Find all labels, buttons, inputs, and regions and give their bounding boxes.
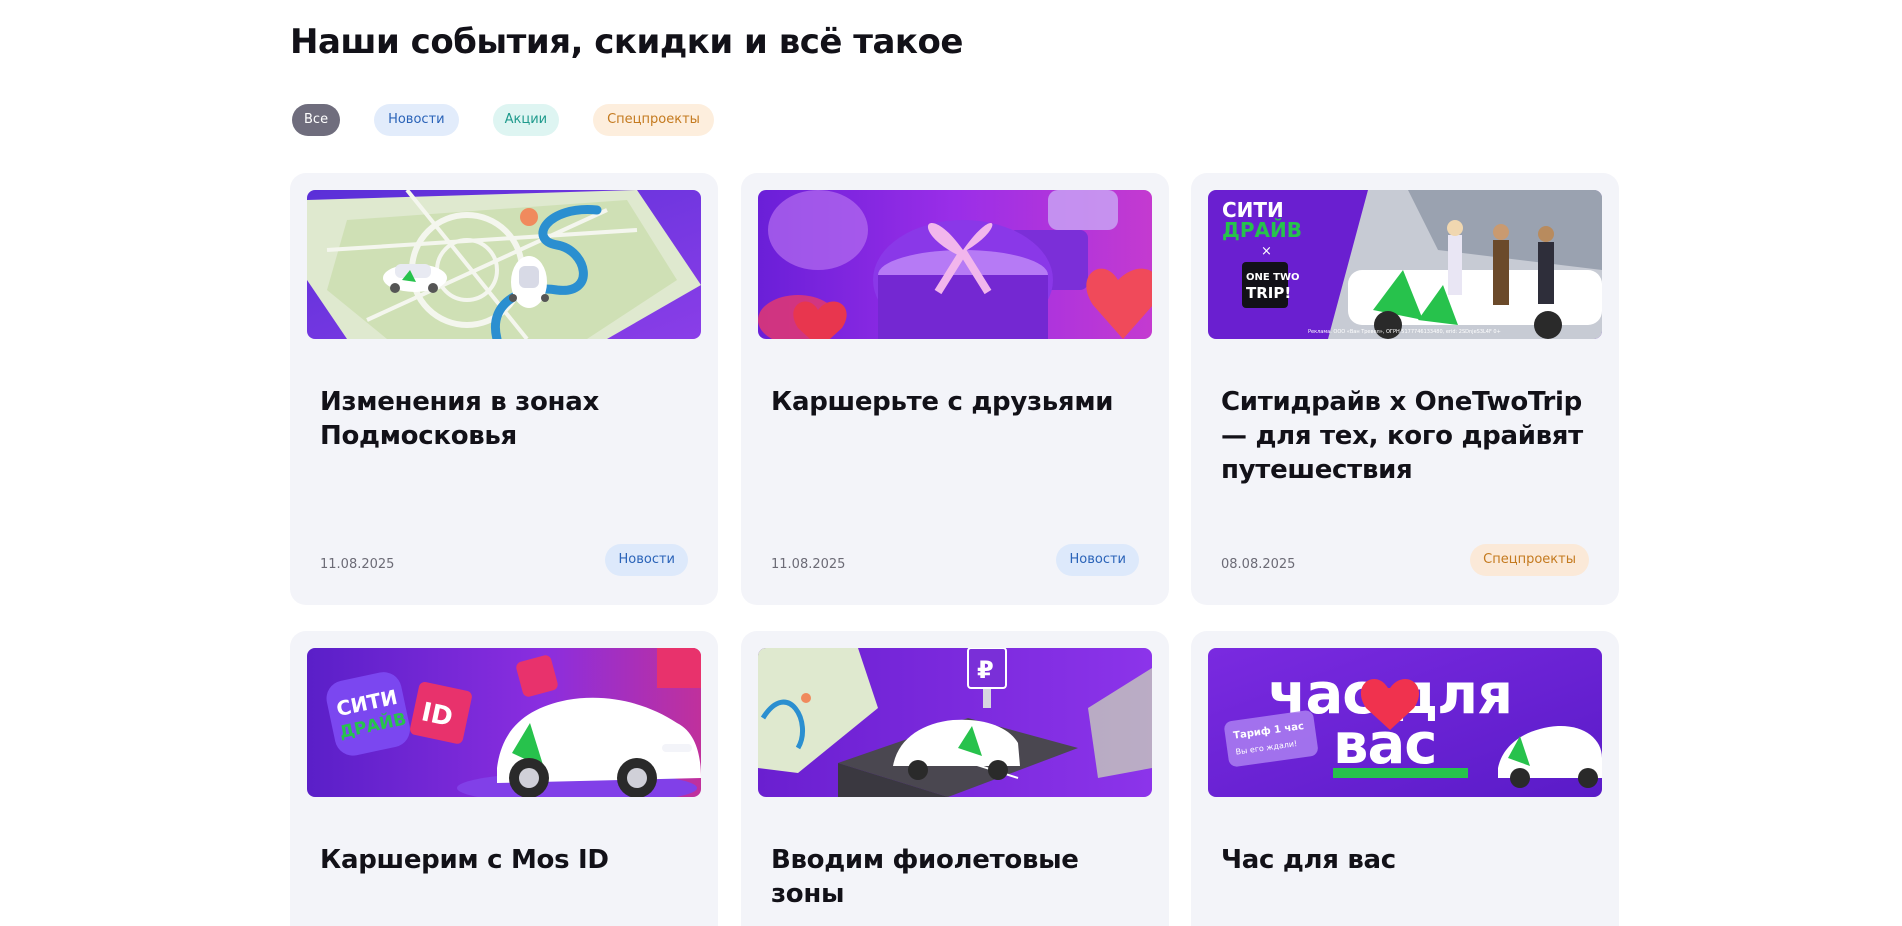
filter-promo[interactable]: Акции <box>492 104 560 136</box>
card-tag[interactable]: Новости <box>605 544 688 576</box>
card-title[interactable]: Изменения в зонах Подмосковья <box>320 385 690 453</box>
svg-text:TRIP!: TRIP! <box>1246 284 1291 302</box>
filter-news[interactable]: Новости <box>374 104 459 136</box>
card-image-map <box>307 190 701 339</box>
news-card[interactable]: Изменения в зонах Подмосковья 11.08.2025… <box>290 173 718 605</box>
svg-text:Реклама. ООО «Ван Тревел», ОГР: Реклама. ООО «Ван Тревел», ОГРН 51777461… <box>1308 329 1501 335</box>
news-card[interactable]: час для вас Тариф 1 час Вы его ждали! Ча… <box>1191 631 1619 926</box>
filter-special-projects[interactable]: Спецпроекты <box>593 104 714 136</box>
card-date: 11.08.2025 <box>771 557 846 572</box>
card-image-onetwotrip: СИТИ ДРАЙВ × ONE TWO TRIP! Реклама. ООО … <box>1208 190 1602 339</box>
card-tag[interactable]: Новости <box>1056 544 1139 576</box>
card-date: 11.08.2025 <box>320 557 395 572</box>
svg-text:×: × <box>1261 244 1272 259</box>
card-title[interactable]: Каршерим с Mos ID <box>320 843 690 877</box>
news-card[interactable]: СИТИ ДРАЙВ × ONE TWO TRIP! Реклама. ООО … <box>1191 173 1619 605</box>
svg-text:₽: ₽ <box>977 656 994 684</box>
filter-all[interactable]: Все <box>292 104 341 136</box>
card-image-purple-zones: ₽ <box>758 648 1152 797</box>
card-title[interactable]: Каршерьте с друзьями <box>771 385 1141 419</box>
card-image-gift <box>758 190 1152 339</box>
svg-text:ONE TWO: ONE TWO <box>1246 272 1300 283</box>
svg-text:ДРАЙВ: ДРАЙВ <box>1222 218 1302 242</box>
news-card[interactable]: СИТИ ДРАЙВ ID Каршерим с Mos ID <box>290 631 718 926</box>
filter-bar: Все Новости Акции Спецпроекты <box>292 104 714 136</box>
card-tag[interactable]: Спецпроекты <box>1470 544 1589 576</box>
svg-text:ID: ID <box>419 697 456 733</box>
card-title[interactable]: Ситидрайв x OneTwoTrip — для тех, кого д… <box>1221 385 1591 487</box>
card-image-mos-id: СИТИ ДРАЙВ ID <box>307 648 701 797</box>
car-illustration <box>383 264 447 293</box>
news-card[interactable]: Каршерьте с друзьями 11.08.2025 Новости <box>741 173 1169 605</box>
page: Наши события, скидки и всё такое Все Нов… <box>0 0 1902 926</box>
news-card[interactable]: ₽ Вводим фиолетовые зоны <box>741 631 1169 926</box>
card-image-hour-for-you: час для вас Тариф 1 час Вы его ждали! <box>1208 648 1602 797</box>
page-title: Наши события, скидки и всё такое <box>290 22 963 62</box>
card-date: 08.08.2025 <box>1221 557 1296 572</box>
card-title[interactable]: Вводим фиолетовые зоны <box>771 843 1141 911</box>
card-title[interactable]: Час для вас <box>1221 843 1591 877</box>
